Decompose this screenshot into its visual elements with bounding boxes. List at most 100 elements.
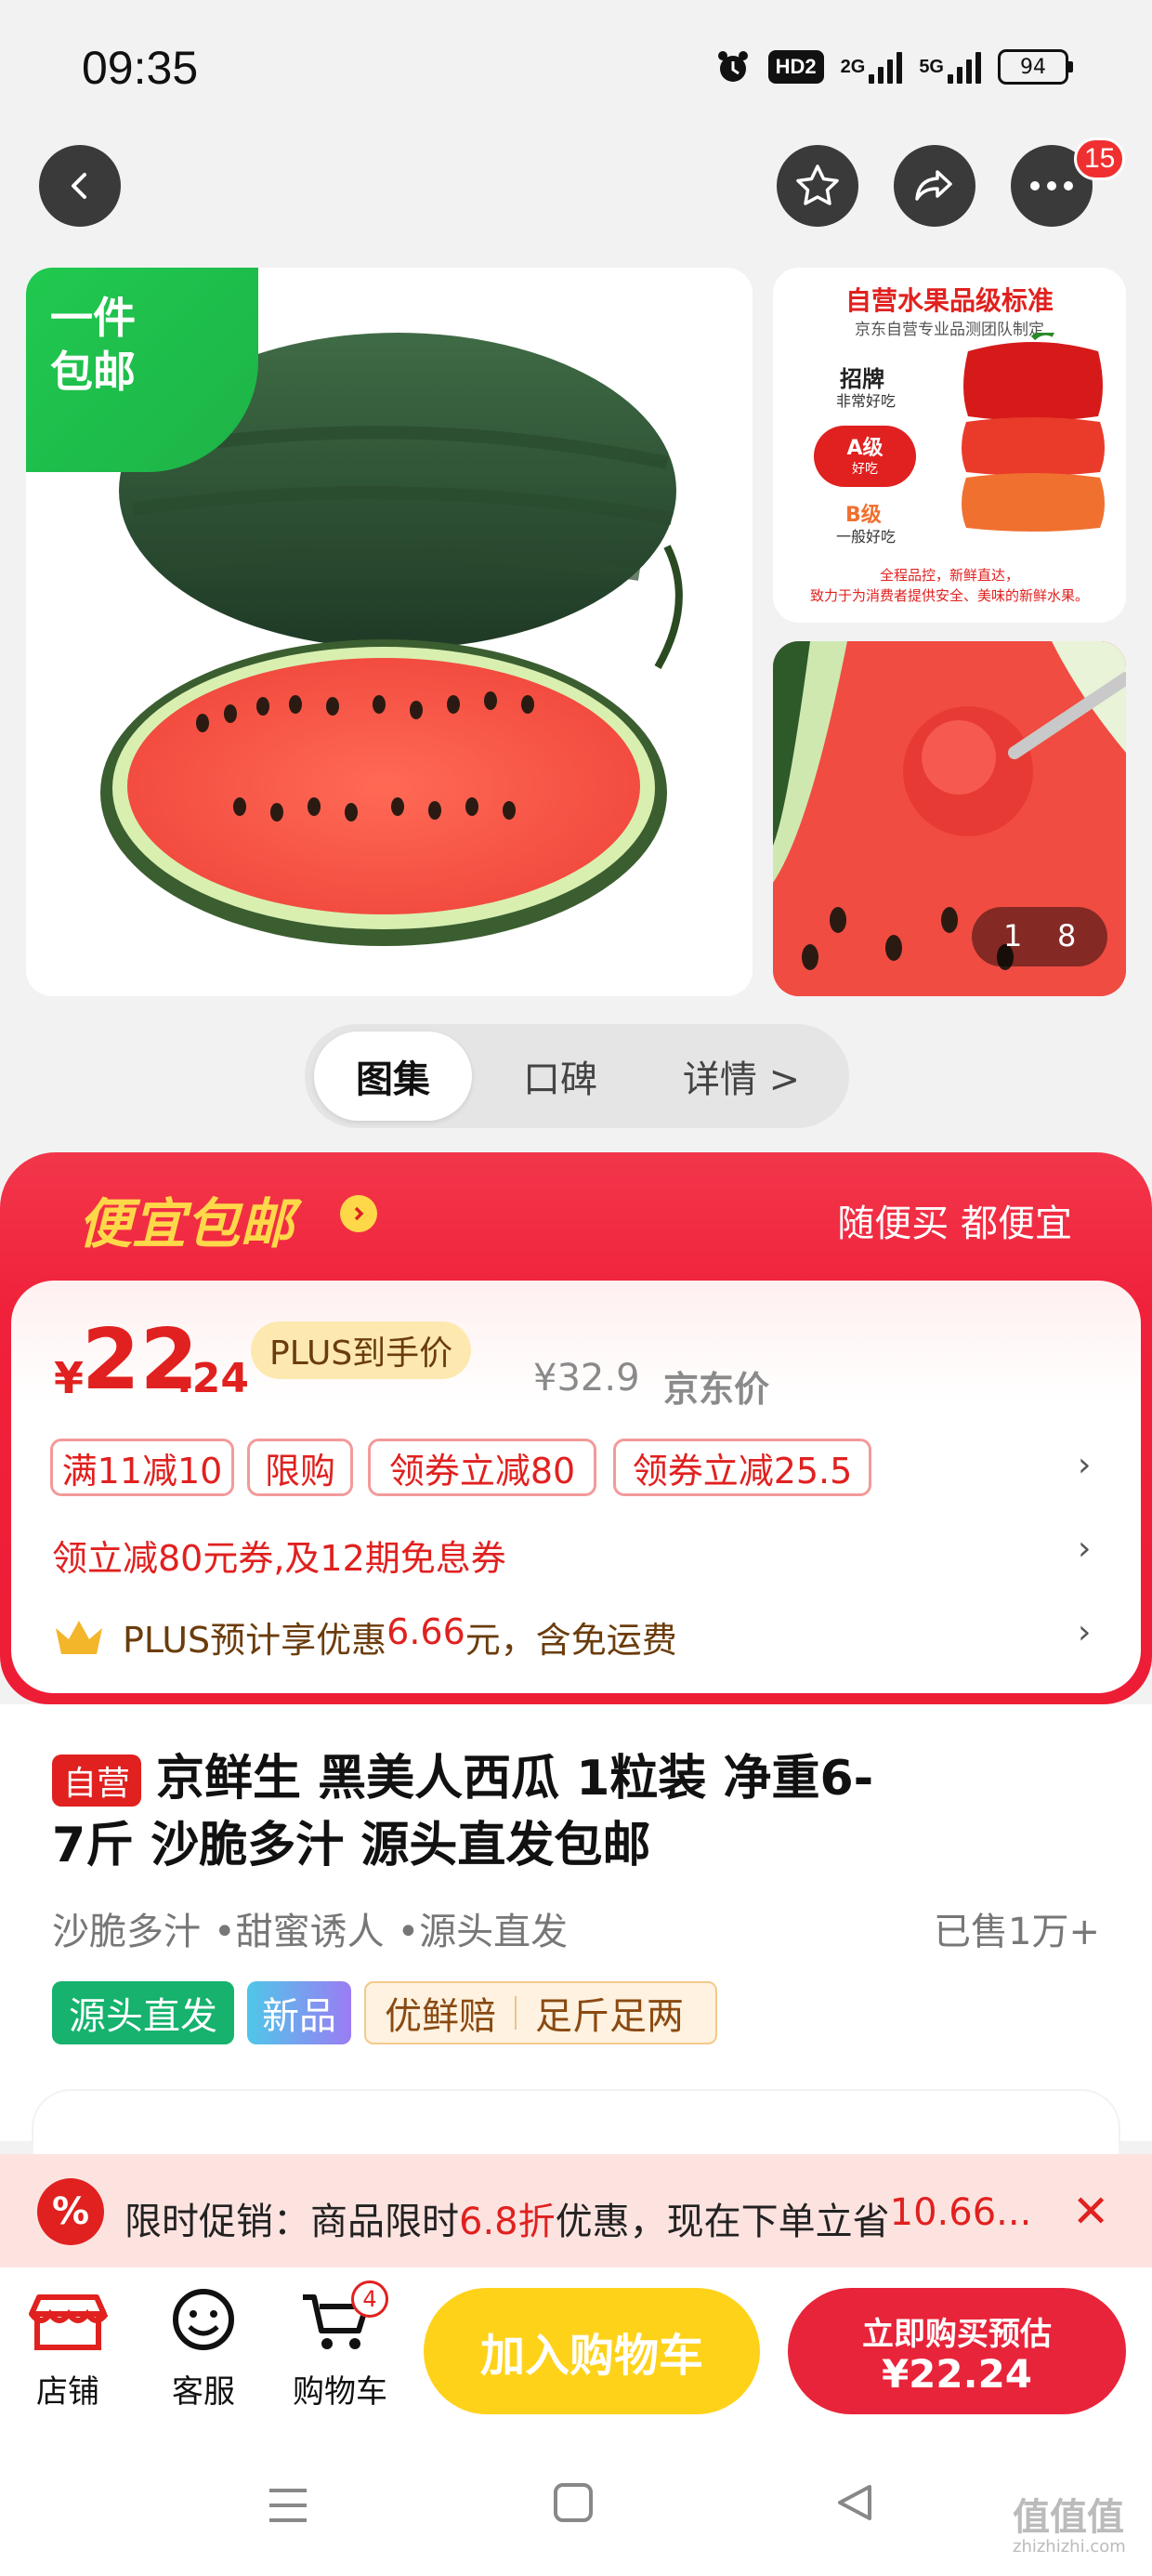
tab-gallery[interactable]: 图集 [314, 1032, 472, 1121]
add-to-cart-button[interactable]: 加入购物车 [424, 2288, 760, 2414]
chevron-right-icon[interactable]: › [1078, 1446, 1091, 1484]
promo-slogan: 随便买 都便宜 [837, 1203, 1072, 1245]
product-title: 京鲜生 黑美人西瓜 1粒装 净重6-7斤 沙脆多汁 源头直发包邮 [52, 1751, 874, 1873]
grade-card-footer1: 全程品控，新鲜直达， [879, 567, 1019, 584]
plus-benefit-line[interactable]: PLUS预计享优惠 6.66 元，含免运费 [123, 1611, 677, 1663]
self-operated-tag: 自营 [52, 1755, 141, 1807]
free-shipping-badge: 一件 包邮 [26, 268, 258, 472]
service-full-weight: 足斤足两 [535, 1995, 684, 2038]
service-badge[interactable]: 优鲜赔 足斤足两 [364, 1981, 717, 2044]
promo-banner-title[interactable]: 便宜包邮 [78, 1180, 294, 1258]
flash-sale-text-b: 优惠，现在下单立省 [555, 2201, 890, 2243]
plus-benefit-text-b: 元，含免运费 [465, 1620, 677, 1661]
status-time: 09:35 [82, 42, 199, 94]
shop-button[interactable]: 店铺 [28, 2288, 109, 2414]
shop-icon [29, 2294, 109, 2350]
cart-count-badge: 4 [351, 2280, 388, 2318]
free-shipping-line2: 包邮 [50, 347, 136, 397]
star-icon [796, 164, 839, 205]
price-symbol: ¥ [54, 1353, 85, 1403]
feature-item: •源头直发 [397, 1911, 569, 1953]
home-icon[interactable] [552, 2481, 595, 2524]
jd-price: ¥32.9 [533, 1357, 640, 1400]
status-icons: HD2 2G 5G 94 [714, 48, 1073, 85]
shop-label: 店铺 [36, 2373, 99, 2411]
grade-card-footer2: 致力于为消费者提供安全、美味的新鲜水果。 [809, 587, 1089, 604]
watermark-logo: 值值值 [1013, 2496, 1124, 2539]
watermark-url: zhizhizhi.com [1013, 2537, 1126, 2556]
battery-icon: 94 [998, 49, 1073, 85]
feature-list: 沙脆多汁 •甜蜜诱人 •源头直发 [52, 1901, 568, 1955]
buy-now-button[interactable]: 立即购买预估 ¥22.24 [788, 2288, 1126, 2414]
feature-item: 沙脆多汁 [52, 1911, 201, 1953]
customer-service-button[interactable]: 客服 [164, 2288, 243, 2414]
cart-label: 购物车 [293, 2373, 387, 2411]
sold-count: 已售1万+ [934, 1911, 1100, 1953]
grade-standard-card[interactable]: 自营水果品级标准 京东自营专业品测团队制定 招牌 非常好吃 A级 好吃 B级 一… [773, 268, 1126, 623]
grade3-desc: 一般好吃 [836, 528, 897, 545]
flash-sale-save: 10.66... [889, 2191, 1032, 2234]
jd-price-label: 京东价 [663, 1369, 770, 1410]
more-dots-icon [1030, 181, 1073, 191]
signal-5g-label: 5G [919, 56, 944, 77]
system-nav-bar: 值值值 zhizhizhi.com [0, 2435, 1152, 2576]
promo-tag[interactable]: 限购 [247, 1439, 353, 1496]
main-product-image[interactable]: 一件 包邮 [26, 268, 753, 996]
tab-reviews[interactable]: 口碑 [481, 1032, 639, 1121]
bottom-action-bar: 店铺 客服 4 购物车 加入购物车 立即购买预估 ¥22.24 [0, 2267, 1152, 2435]
menu-icon[interactable] [266, 2485, 310, 2526]
cart-button[interactable]: 4 购物车 [284, 2280, 396, 2414]
promo-panel: 便宜包邮 随便买 都便宜 ¥ 22 .24 PLUS到手价 ¥32.9 京东价 … [0, 1152, 1152, 1704]
page-current: 1 [1003, 918, 1023, 953]
chevron-right-icon[interactable]: › [1078, 1613, 1091, 1651]
feature-item: •甜蜜诱人 [214, 1911, 385, 1953]
grade2-desc: 好吃 [852, 462, 878, 477]
chevron-left-icon [72, 173, 86, 199]
price-decimal: .24 [177, 1355, 249, 1402]
image-page-indicator: 1 8 [972, 907, 1107, 966]
plus-benefit-text-a: PLUS预计享优惠 [123, 1620, 387, 1661]
back-button[interactable] [39, 145, 121, 227]
signal-2g-icon: 2G [841, 48, 903, 85]
new-product-label: 新品 [247, 1981, 351, 2044]
plus-price-label: PLUS到手价 [251, 1321, 472, 1379]
source-direct-label: 源头直发 [52, 1981, 234, 2044]
promo-tag[interactable]: 领券立减25.5 [613, 1439, 871, 1496]
alarm-icon [714, 48, 752, 85]
message-count-badge: 15 [1074, 138, 1126, 180]
hd-indicator: HD2 [767, 50, 824, 84]
buy-now-label: 立即购买预估 [862, 2316, 1052, 2353]
promo-tag[interactable]: 满11减10 [50, 1439, 234, 1496]
flash-sale-text: 限时促销：商品限时 6.8折 优惠，现在下单立省 10.66... [124, 2191, 1031, 2245]
price-card: ¥ 22 .24 PLUS到手价 ¥32.9 京东价 满11减10 限购 领券立… [11, 1281, 1141, 1693]
close-icon[interactable]: ✕ [1072, 2186, 1109, 2238]
chat-face-icon [173, 2289, 234, 2350]
crown-icon [56, 1621, 102, 1654]
tab-details[interactable]: 详情 > [648, 1032, 834, 1121]
favorite-button[interactable] [777, 145, 858, 227]
signal-5g-icon: 5G [919, 48, 981, 85]
back-triangle-icon[interactable] [832, 2481, 875, 2524]
service-fresh-guarantee: 优鲜赔 [385, 1995, 496, 2038]
buy-now-price: ¥22.24 [881, 2351, 1033, 2397]
apple-stack-icon [962, 333, 1105, 532]
page-total: 8 [1057, 918, 1077, 953]
product-info: 京鲜生 黑美人西瓜 1粒装 净重6-7斤 沙脆多汁 源头直发包邮 自营 沙脆多汁… [0, 1704, 1152, 2141]
discount-icon: % [37, 2178, 104, 2245]
promo-tag[interactable]: 领券立减80 [368, 1439, 596, 1496]
plus-benefit-amount: 6.66 [386, 1611, 465, 1652]
status-bar: 09:35 HD2 2G 5G 94 [0, 0, 1152, 139]
flash-sale-discount: 6.8折 [459, 2201, 556, 2243]
coupon-line[interactable]: 领立减80元券,及12期免息券 [52, 1530, 506, 1581]
free-shipping-line1: 一件 [50, 293, 136, 343]
grade2-label: A级 [846, 437, 884, 460]
flash-sale-text-a: 限时促销：商品限时 [124, 2201, 459, 2243]
chevron-right-circle-icon[interactable] [340, 1195, 377, 1232]
share-button[interactable] [894, 145, 975, 227]
closeup-image[interactable]: 1 8 [773, 641, 1126, 996]
flash-sale-bar[interactable]: % 限时促销：商品限时 6.8折 优惠，现在下单立省 10.66... ✕ [0, 2154, 1152, 2267]
grade1-desc: 非常好吃 [836, 392, 897, 410]
customer-service-label: 客服 [172, 2373, 235, 2411]
chevron-right-icon[interactable]: › [1078, 1530, 1091, 1568]
gallery-tabs: 图集 口碑 详情 > [305, 1024, 849, 1128]
